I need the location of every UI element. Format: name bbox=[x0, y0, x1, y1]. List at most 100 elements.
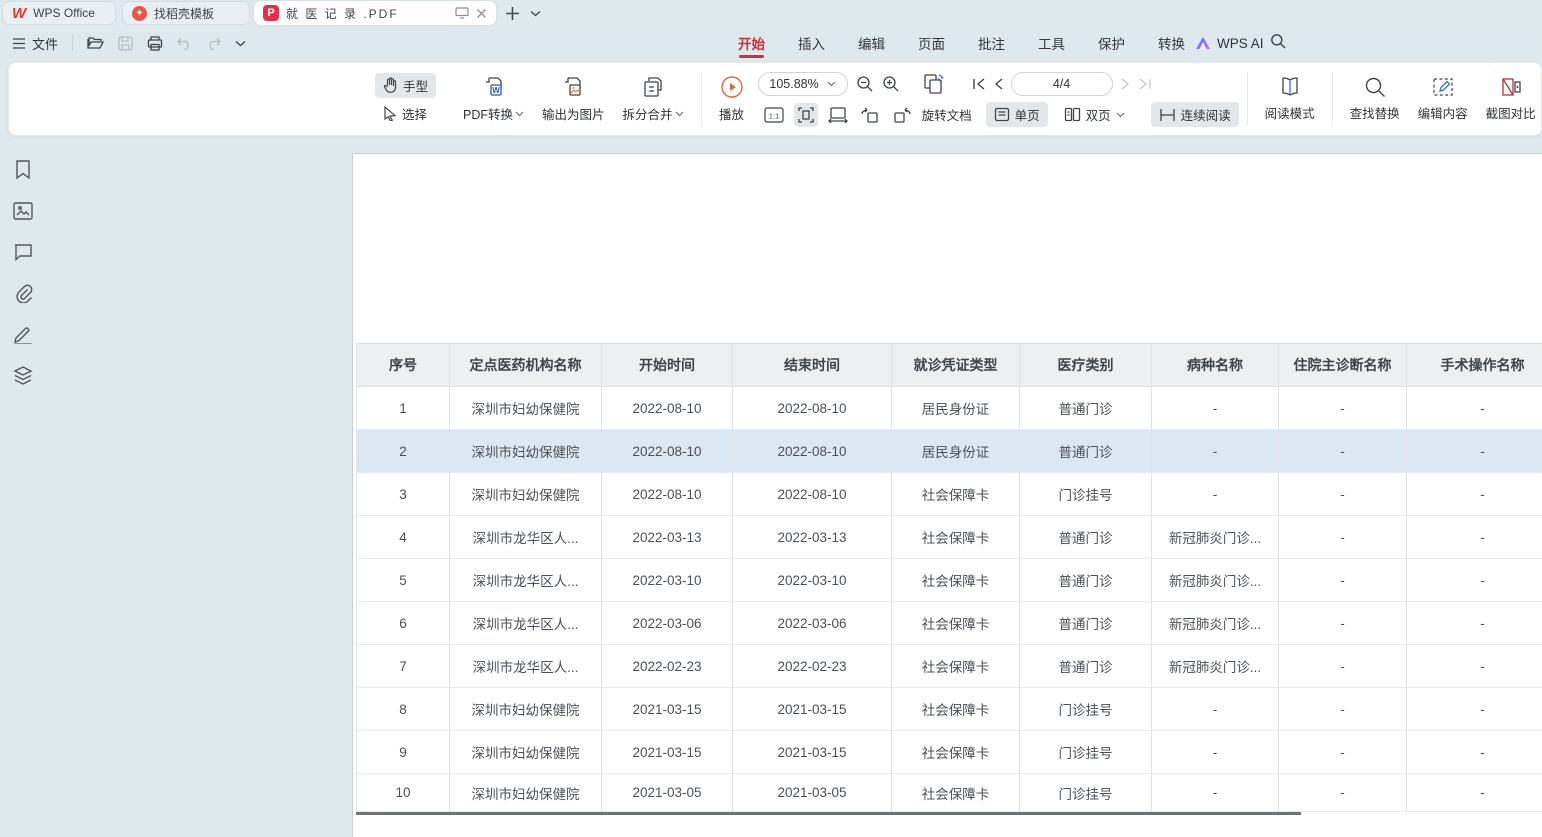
table-cell: - bbox=[1407, 387, 1542, 430]
table-cell: 1 bbox=[357, 387, 450, 430]
previous-page-icon[interactable] bbox=[994, 78, 1003, 90]
quick-access-chevron-icon[interactable] bbox=[235, 40, 246, 47]
select-tool-button[interactable]: 选择 bbox=[375, 101, 436, 126]
menu-tab-页面[interactable]: 页面 bbox=[917, 27, 946, 59]
table-cell: - bbox=[1279, 387, 1407, 430]
comment-icon[interactable] bbox=[11, 240, 35, 264]
table-cell: 5 bbox=[357, 559, 450, 602]
save-icon[interactable] bbox=[118, 36, 133, 51]
fit-pages-refresh-icon[interactable] bbox=[922, 73, 946, 95]
titlebar: W WPS Office ✦ 找稻壳模板 P 就 医 记 录 .PDF bbox=[0, 0, 1542, 26]
attachment-icon[interactable] bbox=[11, 281, 35, 305]
table-row: 3深圳市妇幼保健院2022-08-102022-08-10社会保障卡门诊挂号--… bbox=[357, 473, 1542, 516]
menu-tab-开始[interactable]: 开始 bbox=[737, 27, 766, 59]
monitor-icon[interactable] bbox=[455, 7, 469, 19]
column-header: 序号 bbox=[357, 343, 450, 387]
table-cell: 居民身份证 bbox=[892, 430, 1020, 473]
tab-document-pdf[interactable]: P 就 医 记 录 .PDF bbox=[254, 1, 496, 25]
table-row: 9深圳市妇幼保健院2021-03-152021-03-15社会保障卡门诊挂号--… bbox=[357, 731, 1542, 774]
table-cell: - bbox=[1152, 731, 1279, 774]
wps-ai-button[interactable]: WPS AI bbox=[1195, 26, 1264, 60]
table-cell: 新冠肺炎门诊... bbox=[1152, 516, 1279, 559]
menu-tab-工具[interactable]: 工具 bbox=[1037, 27, 1066, 59]
bookmark-icon[interactable] bbox=[11, 158, 35, 182]
tab-docer-templates[interactable]: ✦ 找稻壳模板 bbox=[122, 1, 250, 25]
chevron-down-icon bbox=[515, 111, 524, 117]
signature-icon[interactable] bbox=[11, 322, 35, 346]
table-cell: 门诊挂号 bbox=[1020, 688, 1152, 731]
open-folder-icon[interactable] bbox=[87, 36, 104, 50]
table-cell: 2022-08-10 bbox=[602, 387, 733, 430]
redo-icon[interactable] bbox=[206, 37, 221, 50]
layers-icon[interactable] bbox=[11, 363, 35, 387]
table-cell: 社会保障卡 bbox=[892, 473, 1020, 516]
table-cell: - bbox=[1407, 602, 1542, 645]
actual-size-icon[interactable]: 1:1 bbox=[762, 103, 786, 127]
tab-list-chevron-icon[interactable] bbox=[530, 0, 541, 26]
menu-tab-插入[interactable]: 插入 bbox=[797, 27, 826, 59]
table-cell: 4 bbox=[357, 516, 450, 559]
table-header: 序号定点医药机构名称开始时间结束时间就诊凭证类型医疗类别病种名称住院主诊断名称手… bbox=[357, 343, 1542, 387]
new-tab-button[interactable] bbox=[505, 0, 520, 26]
menu-tab-批注[interactable]: 批注 bbox=[977, 27, 1006, 59]
table-cell: 深圳市妇幼保健院 bbox=[450, 387, 602, 430]
table-cell: 新冠肺炎门诊... bbox=[1152, 602, 1279, 645]
column-header: 病种名称 bbox=[1152, 343, 1279, 387]
fit-page-icon[interactable] bbox=[826, 103, 850, 127]
undo-icon[interactable] bbox=[177, 37, 192, 50]
split-merge-button[interactable]: 拆分合并 bbox=[614, 75, 693, 123]
page-number-input[interactable]: 4/4 bbox=[1011, 72, 1113, 96]
play-button[interactable]: 播放 bbox=[710, 75, 754, 123]
pdf-convert-button[interactable]: W PDF转换 bbox=[454, 75, 533, 123]
menu-tab-保护[interactable]: 保护 bbox=[1097, 27, 1126, 59]
edit-content-icon bbox=[1431, 76, 1455, 98]
screenshot-compare-button[interactable]: 截图对比 bbox=[1477, 76, 1542, 122]
file-menu-button[interactable]: 文件 bbox=[12, 34, 58, 53]
document-title: 就 医 记 录 .PDF bbox=[286, 5, 399, 22]
table-cell: 深圳市妇幼保健院 bbox=[450, 430, 602, 473]
rotate-doc-label[interactable]: 旋转文档 bbox=[922, 105, 972, 124]
continuous-read-button[interactable]: 连续阅读 bbox=[1151, 102, 1239, 127]
table-cell: 居民身份证 bbox=[892, 387, 1020, 430]
table-cell: 6 bbox=[357, 602, 450, 645]
rotate-left-icon[interactable] bbox=[858, 103, 882, 127]
table-cell: - bbox=[1407, 688, 1542, 731]
table-cell: 2021-03-15 bbox=[602, 688, 733, 731]
table-cell: 社会保障卡 bbox=[892, 645, 1020, 688]
zoom-level-select[interactable]: 105.88% bbox=[758, 72, 848, 96]
export-image-button[interactable]: 输出为图片 bbox=[533, 75, 614, 123]
double-page-button[interactable]: 双页 bbox=[1056, 102, 1133, 127]
menu-search-icon[interactable] bbox=[1270, 33, 1286, 49]
play-icon bbox=[720, 75, 744, 99]
close-tab-icon[interactable] bbox=[476, 8, 487, 19]
divider bbox=[701, 72, 702, 126]
hand-tool-button[interactable]: 手型 bbox=[375, 73, 436, 98]
table-cell: 2022-08-10 bbox=[733, 430, 892, 473]
single-page-button[interactable]: 单页 bbox=[986, 102, 1048, 127]
zoom-out-icon[interactable] bbox=[856, 75, 874, 93]
table-cell: 2022-08-10 bbox=[602, 473, 733, 516]
print-icon[interactable] bbox=[147, 36, 163, 51]
column-header: 医疗类别 bbox=[1020, 343, 1152, 387]
menu-tab-转换[interactable]: 转换 bbox=[1157, 27, 1186, 59]
edit-content-button[interactable]: 编辑内容 bbox=[1409, 76, 1477, 122]
table-cell: 2022-02-23 bbox=[733, 645, 892, 688]
table-cell: - bbox=[1279, 688, 1407, 731]
rotate-right-icon[interactable] bbox=[890, 103, 914, 127]
tab-wps-office[interactable]: W WPS Office bbox=[2, 1, 116, 25]
table-cell: - bbox=[1279, 602, 1407, 645]
table-cell: 社会保障卡 bbox=[892, 516, 1020, 559]
fit-width-icon[interactable] bbox=[794, 103, 818, 127]
first-page-icon[interactable] bbox=[972, 78, 986, 90]
table-cell: 2022-08-10 bbox=[733, 473, 892, 516]
table-cell: 门诊挂号 bbox=[1020, 774, 1152, 812]
table-cell: - bbox=[1279, 430, 1407, 473]
menu-tab-编辑[interactable]: 编辑 bbox=[857, 27, 886, 59]
zoom-in-icon[interactable] bbox=[882, 75, 900, 93]
last-page-icon[interactable] bbox=[1138, 78, 1152, 90]
table-cell: - bbox=[1407, 774, 1542, 812]
thumbnail-icon[interactable] bbox=[11, 199, 35, 223]
next-page-icon[interactable] bbox=[1121, 78, 1130, 90]
find-replace-button[interactable]: 查找替换 bbox=[1341, 76, 1409, 122]
read-mode-button[interactable]: 阅读模式 bbox=[1256, 76, 1324, 122]
